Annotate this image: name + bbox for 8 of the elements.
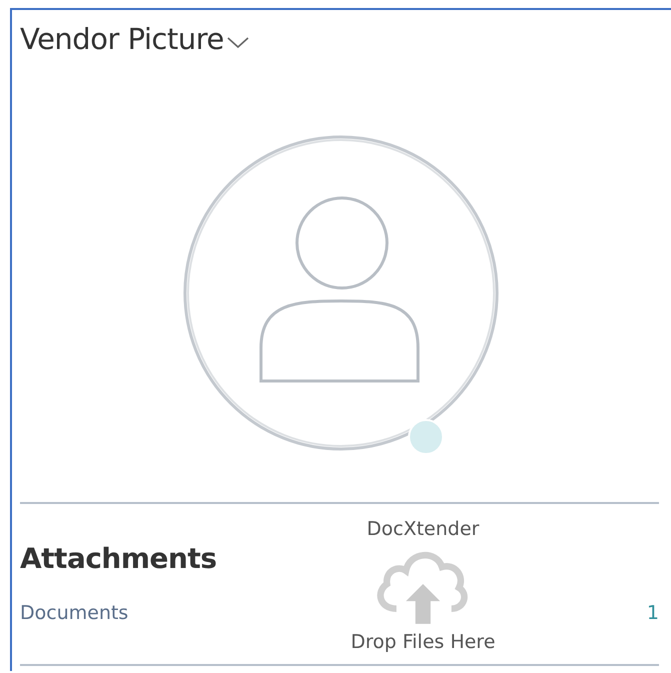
- person-placeholder-icon: [181, 133, 501, 453]
- part-title: Vendor Picture: [20, 22, 224, 56]
- chevron-down-icon[interactable]: [226, 36, 249, 48]
- section-title: Attachments: [20, 542, 217, 575]
- drop-zone-title: DocXtender: [366, 518, 480, 540]
- drop-zone-hint: Drop Files Here: [350, 631, 496, 653]
- document-count[interactable]: 1: [646, 602, 659, 624]
- documents-link[interactable]: Documents: [20, 602, 128, 624]
